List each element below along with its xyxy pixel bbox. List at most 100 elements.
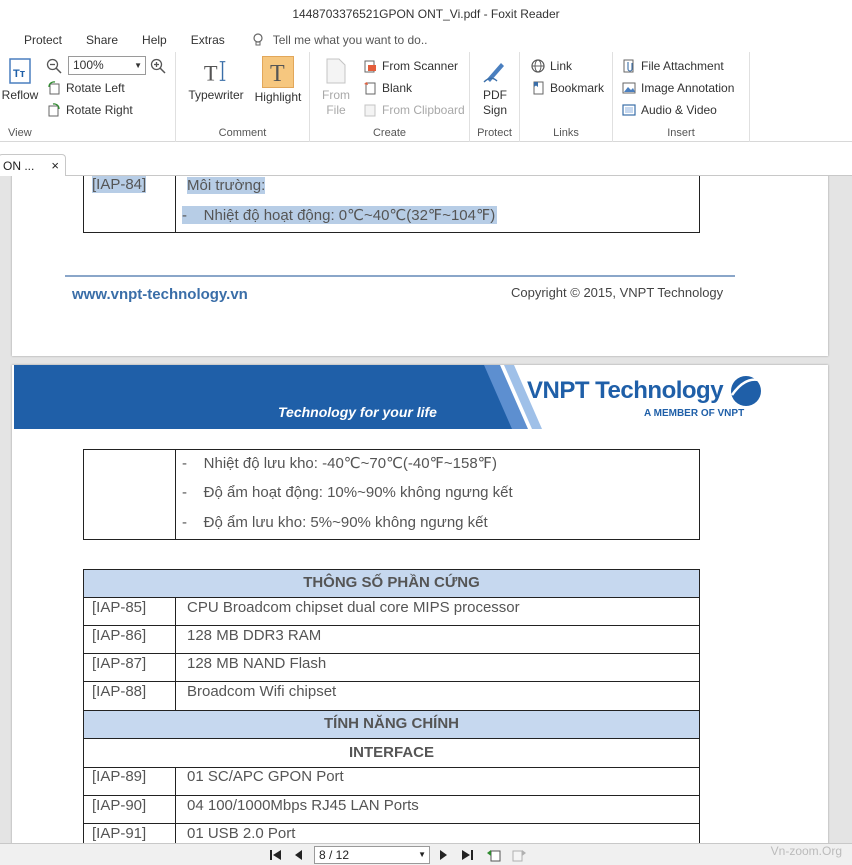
group-label-create: Create xyxy=(372,127,407,139)
group-label-insert: Insert xyxy=(667,127,695,139)
link-button[interactable]: Link xyxy=(530,57,572,75)
hw-row-id: [IAP-85] xyxy=(92,599,147,616)
footer-website-link[interactable]: www.vnpt-technology.vn xyxy=(72,286,248,303)
previous-page-icon xyxy=(295,850,302,860)
group-create: From File From Scanner Blank From Clipbo… xyxy=(310,52,470,142)
hw-row-text: CPU Broadcom chipset dual core MIPS proc… xyxy=(187,599,520,616)
first-page-icon xyxy=(270,850,281,860)
document-tab[interactable]: ON ... × xyxy=(0,154,66,176)
svg-text:T: T xyxy=(204,60,218,85)
zoom-select[interactable]: 100% ▼ xyxy=(68,56,146,75)
header-member: A MEMBER OF VNPT xyxy=(644,408,745,419)
previous-page-button[interactable] xyxy=(291,847,307,863)
close-icon[interactable]: × xyxy=(51,155,59,177)
bookmark-icon xyxy=(530,80,546,96)
rotate-left-button[interactable]: Rotate Left xyxy=(46,79,125,97)
blank-page-icon xyxy=(362,80,378,96)
next-page-icon xyxy=(440,850,447,860)
document-tab-strip: ON ... × xyxy=(0,142,852,176)
first-page-button[interactable] xyxy=(268,847,284,863)
group-links: Link Bookmark Links xyxy=(520,52,613,142)
document-viewer[interactable]: [IAP-84] Môi trường: - Nhiệt độ hoạt độn… xyxy=(0,176,852,843)
zoom-out-button[interactable] xyxy=(46,57,62,75)
group-insert: File Attachment Image Annotation Audio &… xyxy=(613,52,750,142)
lightbulb-icon xyxy=(253,33,263,46)
clipboard-icon xyxy=(362,102,378,118)
file-attachment-button[interactable]: File Attachment xyxy=(621,57,724,75)
header-tagline: Technology for your life xyxy=(278,404,437,420)
menu-help[interactable]: Help xyxy=(130,28,179,52)
audio-video-button[interactable]: Audio & Video xyxy=(621,101,717,119)
last-page-button[interactable] xyxy=(459,847,475,863)
menu-share[interactable]: Share xyxy=(74,28,130,52)
reflow-icon: Tт xyxy=(6,56,34,86)
page-navigation-bar: 8 / 12 ▼ Vn-zoom.Org xyxy=(0,843,852,865)
if-row-text: 01 USB 2.0 Port xyxy=(187,825,296,842)
blank-button[interactable]: Blank xyxy=(362,79,412,97)
last-page-icon xyxy=(462,850,473,860)
from-scanner-button[interactable]: From Scanner xyxy=(362,57,458,75)
menu-extras[interactable]: Extras xyxy=(179,28,237,52)
from-file-button[interactable]: From File xyxy=(316,56,356,118)
if-row-text: 01 SC/APC GPON Port xyxy=(187,768,344,785)
next-view-button[interactable] xyxy=(511,847,527,863)
menu-bar: Protect Share Help Extras Tell me what y… xyxy=(0,28,852,52)
rotate-right-button[interactable]: Rotate Right xyxy=(46,101,133,119)
row-title: Môi trường: xyxy=(187,177,266,194)
menu-protect[interactable]: Protect xyxy=(0,28,74,52)
film-icon xyxy=(621,102,637,118)
pdf-sign-button[interactable]: PDF Sign xyxy=(474,56,516,118)
if-row-id: [IAP-91] xyxy=(92,825,147,842)
group-label-protect: Protect xyxy=(477,127,512,139)
reflow-button[interactable]: Tт Reflow xyxy=(0,56,40,103)
chevron-down-icon: ▼ xyxy=(418,850,426,859)
hw-row-text: 128 MB DDR3 RAM xyxy=(187,627,322,644)
if-row-id: [IAP-90] xyxy=(92,797,147,814)
interface-title: INTERFACE xyxy=(348,744,434,761)
footer-divider xyxy=(65,275,735,277)
previous-view-button[interactable] xyxy=(486,847,502,863)
bookmark-button[interactable]: Bookmark xyxy=(530,79,604,97)
previous-view-icon xyxy=(487,850,501,862)
watermark: Vn-zoom.Org xyxy=(770,844,842,858)
ribbon: Tт Reflow 100% ▼ Rotate Left Rotate Righ… xyxy=(0,52,852,142)
hardware-spec-table: THÔNG SỐ PHẦN CỨNG [IAP-85] CPU Broadcom… xyxy=(83,569,700,843)
group-view: Tт Reflow 100% ▼ Rotate Left Rotate Righ… xyxy=(0,52,176,142)
hw-row-id: [IAP-87] xyxy=(92,655,147,672)
svg-text:Tт: Tт xyxy=(13,68,26,80)
image-icon xyxy=(621,80,637,96)
hw-row-id: [IAP-86] xyxy=(92,627,147,644)
image-annotation-button[interactable]: Image Annotation xyxy=(621,79,734,97)
highlight-button[interactable]: T Highlight xyxy=(250,56,306,105)
group-label-view: View xyxy=(8,127,32,139)
bullet-storage-humidity: - Độ ẩm lưu kho: 5%~90% không ngưng kết xyxy=(182,514,488,531)
rotate-left-icon xyxy=(46,80,62,96)
from-clipboard-button[interactable]: From Clipboard xyxy=(362,101,465,119)
bullet-operating-humidity: - Độ ẩm hoạt động: 10%~90% không ngưng k… xyxy=(182,484,513,501)
environment-table: [IAP-84] Môi trường: - Nhiệt độ hoạt độn… xyxy=(83,176,700,233)
scanner-icon xyxy=(362,58,378,74)
feature-table-title: TÍNH NĂNG CHÍNH xyxy=(84,711,699,738)
tell-me-search[interactable]: Tell me what you want to do.. xyxy=(237,33,428,47)
paperclip-icon xyxy=(621,58,637,74)
typewriter-button[interactable]: T Typewriter xyxy=(184,56,248,103)
if-row-text: 04 100/1000Mbps RJ45 LAN Ports xyxy=(187,797,419,814)
group-protect: PDF Sign Protect xyxy=(470,52,520,142)
title-bar: 1448703376521GPON ONT_Vi.pdf - Foxit Rea… xyxy=(0,0,852,48)
group-label-links: Links xyxy=(553,127,579,139)
pdf-page-8: Technology for your life VNPT Technology… xyxy=(12,365,828,843)
tell-me-placeholder: Tell me what you want to do.. xyxy=(272,33,428,47)
if-row-id: [IAP-89] xyxy=(92,768,147,785)
zoom-out-icon xyxy=(46,58,62,74)
rotate-right-icon xyxy=(46,102,62,118)
file-icon xyxy=(322,56,350,86)
next-page-button[interactable] xyxy=(435,847,451,863)
typewriter-icon: T xyxy=(202,56,230,86)
zoom-in-button[interactable] xyxy=(150,57,166,75)
hw-row-id: [IAP-88] xyxy=(92,683,147,700)
environment-table-cont: - Nhiệt độ lưu kho: -40℃~70℃(-40℉~158℉) … xyxy=(83,449,700,540)
hw-table-title: THÔNG SỐ PHẦN CỨNG xyxy=(84,570,699,597)
header-brand: VNPT Technology xyxy=(527,377,724,404)
group-comment: T Typewriter T Highlight Comment xyxy=(176,52,310,142)
page-number-select[interactable]: 8 / 12 ▼ xyxy=(314,846,430,864)
